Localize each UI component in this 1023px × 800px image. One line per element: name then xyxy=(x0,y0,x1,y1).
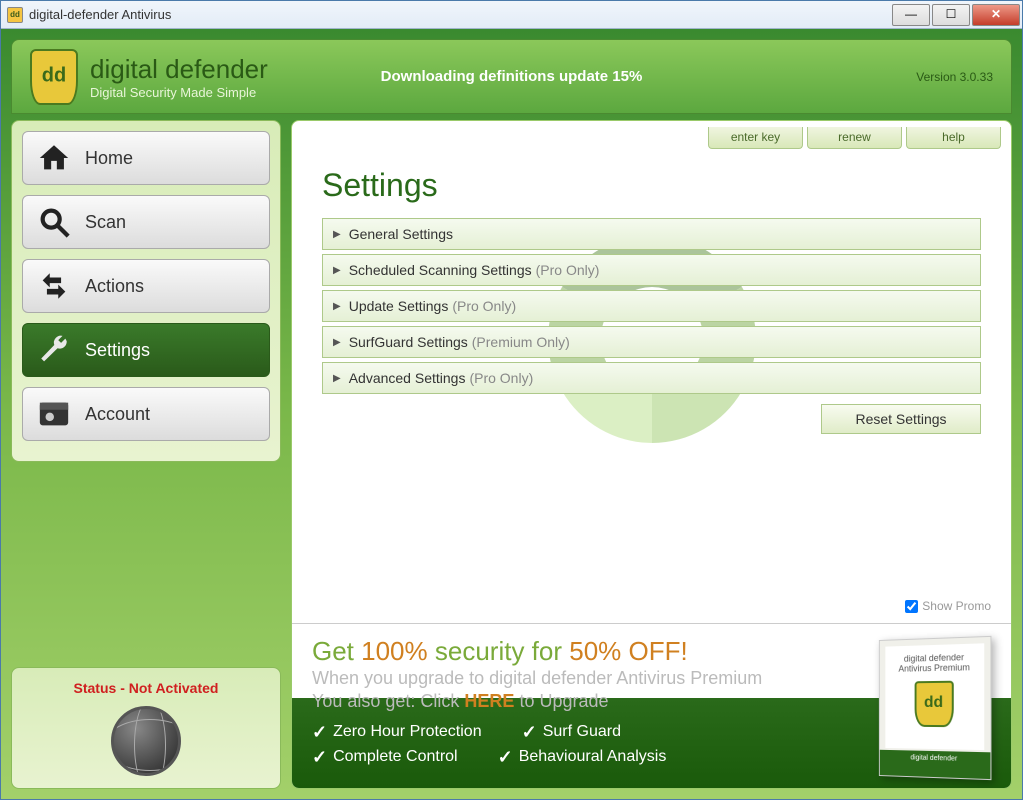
nav-home-label: Home xyxy=(85,148,133,169)
chevron-right-icon: ▶ xyxy=(333,265,341,276)
nav-account-label: Account xyxy=(85,404,150,425)
acc-suffix: (Pro Only) xyxy=(469,370,533,386)
acc-update-settings[interactable]: ▶ Update Settings (Pro Only) xyxy=(322,290,981,322)
logo-shield-icon xyxy=(30,49,78,105)
acc-scheduled-scanning[interactable]: ▶ Scheduled Scanning Settings (Pro Only) xyxy=(322,254,981,286)
sidebar-footer: Status - Not Activated xyxy=(11,667,281,789)
brand-name: digital defender xyxy=(90,54,268,85)
activation-status: Status - Not Activated xyxy=(24,680,268,696)
acc-label: Scheduled Scanning Settings xyxy=(349,262,532,278)
main-content: Settings ▶ General Settings ▶ Scheduled … xyxy=(292,149,1011,623)
window-title: digital-defender Antivirus xyxy=(29,7,892,22)
page-title: Settings xyxy=(322,167,981,204)
app-header: digital defender Digital Security Made S… xyxy=(11,39,1012,114)
nav-scan[interactable]: Scan xyxy=(22,195,270,249)
acc-label: General Settings xyxy=(349,226,453,242)
renew-link[interactable]: renew xyxy=(807,127,902,149)
promo-feature: Behavioural Analysis xyxy=(498,747,667,768)
chevron-right-icon: ▶ xyxy=(333,373,341,384)
globe-icon xyxy=(111,706,181,776)
acc-advanced-settings[interactable]: ▶ Advanced Settings (Pro Only) xyxy=(322,362,981,394)
top-links: enter key renew help xyxy=(292,121,1011,149)
promo-feature: Surf Guard xyxy=(522,722,621,743)
nav: Home Scan Actions xyxy=(11,120,281,462)
acc-suffix: (Premium Only) xyxy=(472,334,570,350)
nav-settings[interactable]: Settings xyxy=(22,323,270,377)
nav-account[interactable]: Account xyxy=(22,387,270,441)
content-area: Home Scan Actions xyxy=(11,120,1012,789)
enter-key-link[interactable]: enter key xyxy=(708,127,803,149)
reset-row: Reset Settings xyxy=(322,404,981,434)
wrench-icon xyxy=(37,333,71,367)
arrows-icon xyxy=(37,269,71,303)
nav-actions-label: Actions xyxy=(85,276,144,297)
show-promo-toggle[interactable]: Show Promo xyxy=(905,599,991,613)
acc-suffix: (Pro Only) xyxy=(452,298,516,314)
chevron-right-icon: ▶ xyxy=(333,301,341,312)
main-panel: enter key renew help xyxy=(291,120,1012,789)
nav-home[interactable]: Home xyxy=(22,131,270,185)
show-promo-label: Show Promo xyxy=(922,599,991,613)
box-shield-icon xyxy=(914,681,953,727)
app-window: dd digital-defender Antivirus — ☐ ✕ digi… xyxy=(0,0,1023,800)
acc-label: Advanced Settings xyxy=(349,370,466,386)
window-controls: — ☐ ✕ xyxy=(892,4,1022,26)
nav-scan-label: Scan xyxy=(85,212,126,233)
promo-feature: Complete Control xyxy=(312,747,458,768)
acc-label: Update Settings xyxy=(349,298,449,314)
maximize-button[interactable]: ☐ xyxy=(932,4,970,26)
help-link[interactable]: help xyxy=(906,127,1001,149)
nav-settings-label: Settings xyxy=(85,340,150,361)
account-icon xyxy=(37,397,71,431)
acc-label: SurfGuard Settings xyxy=(349,334,468,350)
chevron-right-icon: ▶ xyxy=(333,229,341,240)
promo-feature: Zero Hour Protection xyxy=(312,722,482,743)
promo-here-link[interactable]: HERE xyxy=(464,691,514,711)
logo-text: digital defender Digital Security Made S… xyxy=(90,54,268,100)
app-body: digital defender Digital Security Made S… xyxy=(1,29,1022,799)
show-promo-checkbox[interactable] xyxy=(905,600,918,613)
brand-tagline: Digital Security Made Simple xyxy=(90,85,268,100)
product-box-image: digital defender Antivirus Premium digit… xyxy=(879,636,992,780)
app-icon: dd xyxy=(7,7,23,23)
sidebar: Home Scan Actions xyxy=(11,120,281,789)
home-icon xyxy=(37,141,71,175)
acc-suffix: (Pro Only) xyxy=(536,262,600,278)
acc-general-settings[interactable]: ▶ General Settings xyxy=(322,218,981,250)
settings-accordion: ▶ General Settings ▶ Scheduled Scanning … xyxy=(322,218,981,394)
nav-actions[interactable]: Actions xyxy=(22,259,270,313)
acc-surfguard-settings[interactable]: ▶ SurfGuard Settings (Premium Only) xyxy=(322,326,981,358)
chevron-right-icon: ▶ xyxy=(333,337,341,348)
close-button[interactable]: ✕ xyxy=(972,4,1020,26)
minimize-button[interactable]: — xyxy=(892,4,930,26)
magnifier-icon xyxy=(37,205,71,239)
update-status: Downloading definitions update 15% xyxy=(381,68,643,85)
version-label: Version 3.0.33 xyxy=(916,70,993,84)
titlebar: dd digital-defender Antivirus — ☐ ✕ xyxy=(1,1,1022,29)
promo-banner: Get 100% security for 50% OFF! When you … xyxy=(292,623,1011,788)
promo-features: Zero Hour Protection Surf Guard Complete… xyxy=(312,722,772,768)
reset-settings-button[interactable]: Reset Settings xyxy=(821,404,981,434)
